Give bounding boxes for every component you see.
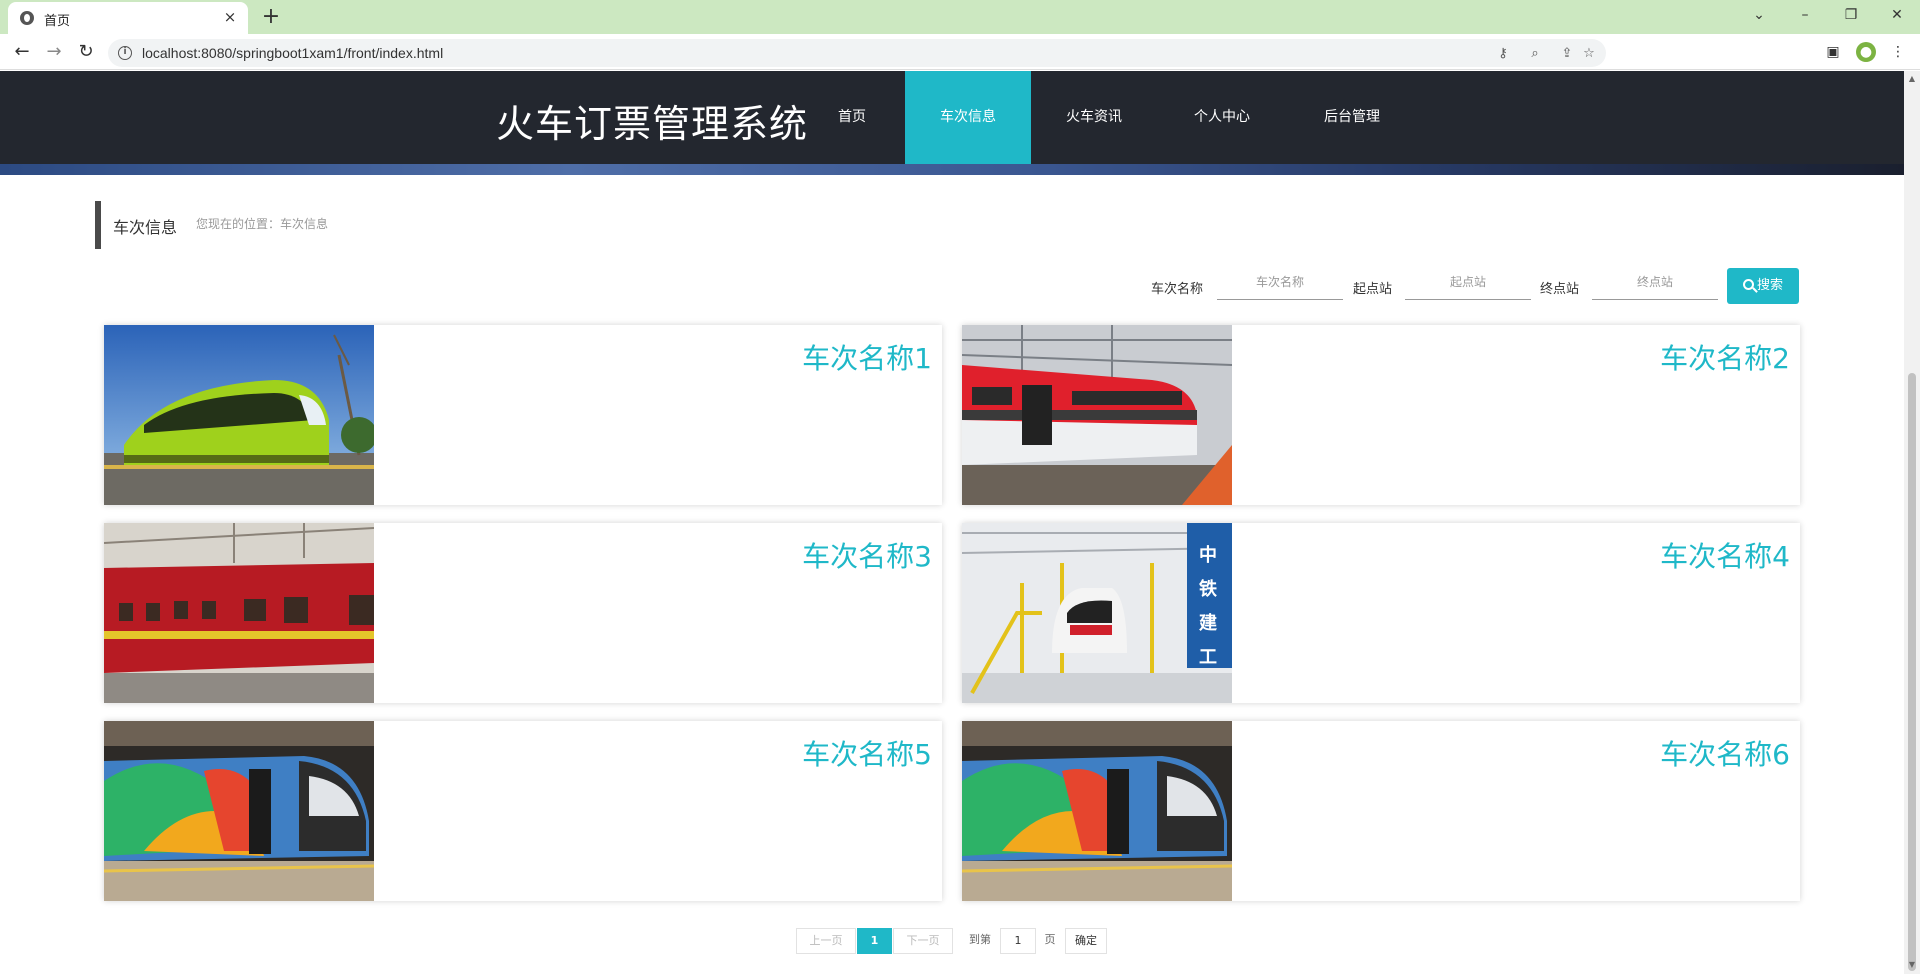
start-station-label: 起点站 <box>1353 282 1393 297</box>
site-title: 火车订票管理系统 <box>496 102 809 146</box>
train-name: 车次名称4 <box>1660 540 1790 573</box>
train-card[interactable]: 车次名称2 <box>962 325 1800 505</box>
colorful-metro-icon <box>962 721 1232 901</box>
end-station-label: 终点站 <box>1540 282 1580 297</box>
current-page-button[interactable]: 1 <box>857 928 892 954</box>
page-viewport: 火车订票管理系统 首页 车次信息 火车资讯 个人中心 后台管理 车次信息 您现在… <box>0 71 1904 974</box>
green-tram-icon <box>104 325 374 505</box>
nav-train-news[interactable]: 火车资讯 <box>1031 71 1157 164</box>
close-tab-icon[interactable]: × <box>220 7 240 27</box>
search-icon <box>1742 279 1754 290</box>
page-title: 车次信息 <box>113 218 178 237</box>
train-card[interactable]: 车次名称3 <box>104 523 942 703</box>
browser-tab-strip: 首页 × + ⌄ – ❐ ✕ <box>0 0 1920 34</box>
red-passenger-car-icon <box>104 523 374 703</box>
side-panel-icon[interactable]: ▣ <box>1823 42 1843 62</box>
train-card[interactable]: 车次名称1 <box>104 325 942 505</box>
confirm-page-button[interactable]: 确定 <box>1065 928 1107 954</box>
close-window-button[interactable]: ✕ <box>1874 0 1920 30</box>
restore-button[interactable]: ❐ <box>1828 0 1874 30</box>
scroll-down-icon[interactable]: ▼ <box>1908 961 1916 969</box>
nav-home[interactable]: 首页 <box>815 71 889 164</box>
url-text: localhost:8080/springboot1xam1/front/ind… <box>142 45 444 61</box>
reload-icon[interactable]: ↻ <box>74 40 98 64</box>
bookmark-star-icon[interactable]: ☆ <box>1580 45 1598 63</box>
train-name-input[interactable] <box>1217 264 1343 300</box>
prev-page-button[interactable]: 上一页 <box>796 928 856 954</box>
back-icon[interactable]: ← <box>10 40 34 64</box>
page-scrollbar[interactable]: ▲ ▼ <box>1904 71 1920 974</box>
svg-text:铁: 铁 <box>1199 578 1217 600</box>
metro-depot-icon: 中铁建工 <box>962 523 1232 703</box>
search-button[interactable]: 搜索 <box>1727 268 1799 304</box>
scroll-up-icon[interactable]: ▲ <box>1908 75 1916 83</box>
breadcrumb-accent-bar <box>95 201 101 249</box>
menu-dots-icon[interactable]: ⋮ <box>1888 42 1908 62</box>
page-number-input[interactable]: 1 <box>1000 928 1036 954</box>
next-page-button[interactable]: 下一页 <box>893 928 953 954</box>
globe-icon <box>20 11 34 25</box>
zoom-icon[interactable]: ⌕ <box>1526 45 1544 63</box>
url-field[interactable]: i localhost:8080/springboot1xam1/front/i… <box>108 39 1606 67</box>
train-name: 车次名称1 <box>802 342 932 375</box>
breadcrumb: 您现在的位置：车次信息 <box>196 217 329 231</box>
profile-avatar-icon[interactable]: ● <box>1856 42 1876 62</box>
train-name: 车次名称2 <box>1660 342 1790 375</box>
forward-icon[interactable]: → <box>42 40 66 64</box>
tab-search-icon[interactable]: ⌄ <box>1736 0 1782 30</box>
share-icon[interactable]: ⇪ <box>1558 45 1576 63</box>
browser-tab[interactable]: 首页 × <box>8 2 248 34</box>
train-card[interactable]: 车次名称6 <box>962 721 1800 901</box>
svg-text:中: 中 <box>1199 544 1217 566</box>
minimize-button[interactable]: – <box>1782 0 1828 30</box>
page-unit-label: 页 <box>1044 933 1056 946</box>
tab-title: 首页 <box>44 14 71 29</box>
header-banner-strip <box>0 164 1904 175</box>
svg-text:工: 工 <box>1199 647 1217 668</box>
svg-text:建: 建 <box>1199 612 1217 634</box>
goto-page-label: 到第 <box>969 933 991 946</box>
end-station-input[interactable] <box>1592 264 1718 300</box>
address-bar: ← → ↻ i localhost:8080/springboot1xam1/f… <box>0 34 1920 70</box>
train-card[interactable]: 车次名称5 <box>104 721 942 901</box>
train-card[interactable]: 中铁建工 车次名称4 <box>962 523 1800 703</box>
new-tab-button[interactable]: + <box>258 4 284 30</box>
nav-admin[interactable]: 后台管理 <box>1289 71 1415 164</box>
key-icon[interactable]: ⚷ <box>1494 45 1512 63</box>
colorful-metro-icon <box>104 721 374 901</box>
train-name: 车次名称3 <box>802 540 932 573</box>
start-station-input[interactable] <box>1405 264 1531 300</box>
nav-train-info[interactable]: 车次信息 <box>905 71 1031 164</box>
red-white-train-icon <box>962 325 1232 505</box>
site-header: 火车订票管理系统 首页 车次信息 火车资讯 个人中心 后台管理 <box>0 71 1904 164</box>
nav-personal-center[interactable]: 个人中心 <box>1159 71 1285 164</box>
train-name: 车次名称6 <box>1660 738 1790 771</box>
train-name: 车次名称5 <box>802 738 932 771</box>
site-info-icon[interactable]: i <box>118 46 132 60</box>
train-name-label: 车次名称 <box>1151 282 1204 297</box>
search-button-label: 搜索 <box>1756 278 1783 293</box>
scrollbar-thumb[interactable] <box>1908 373 1916 971</box>
